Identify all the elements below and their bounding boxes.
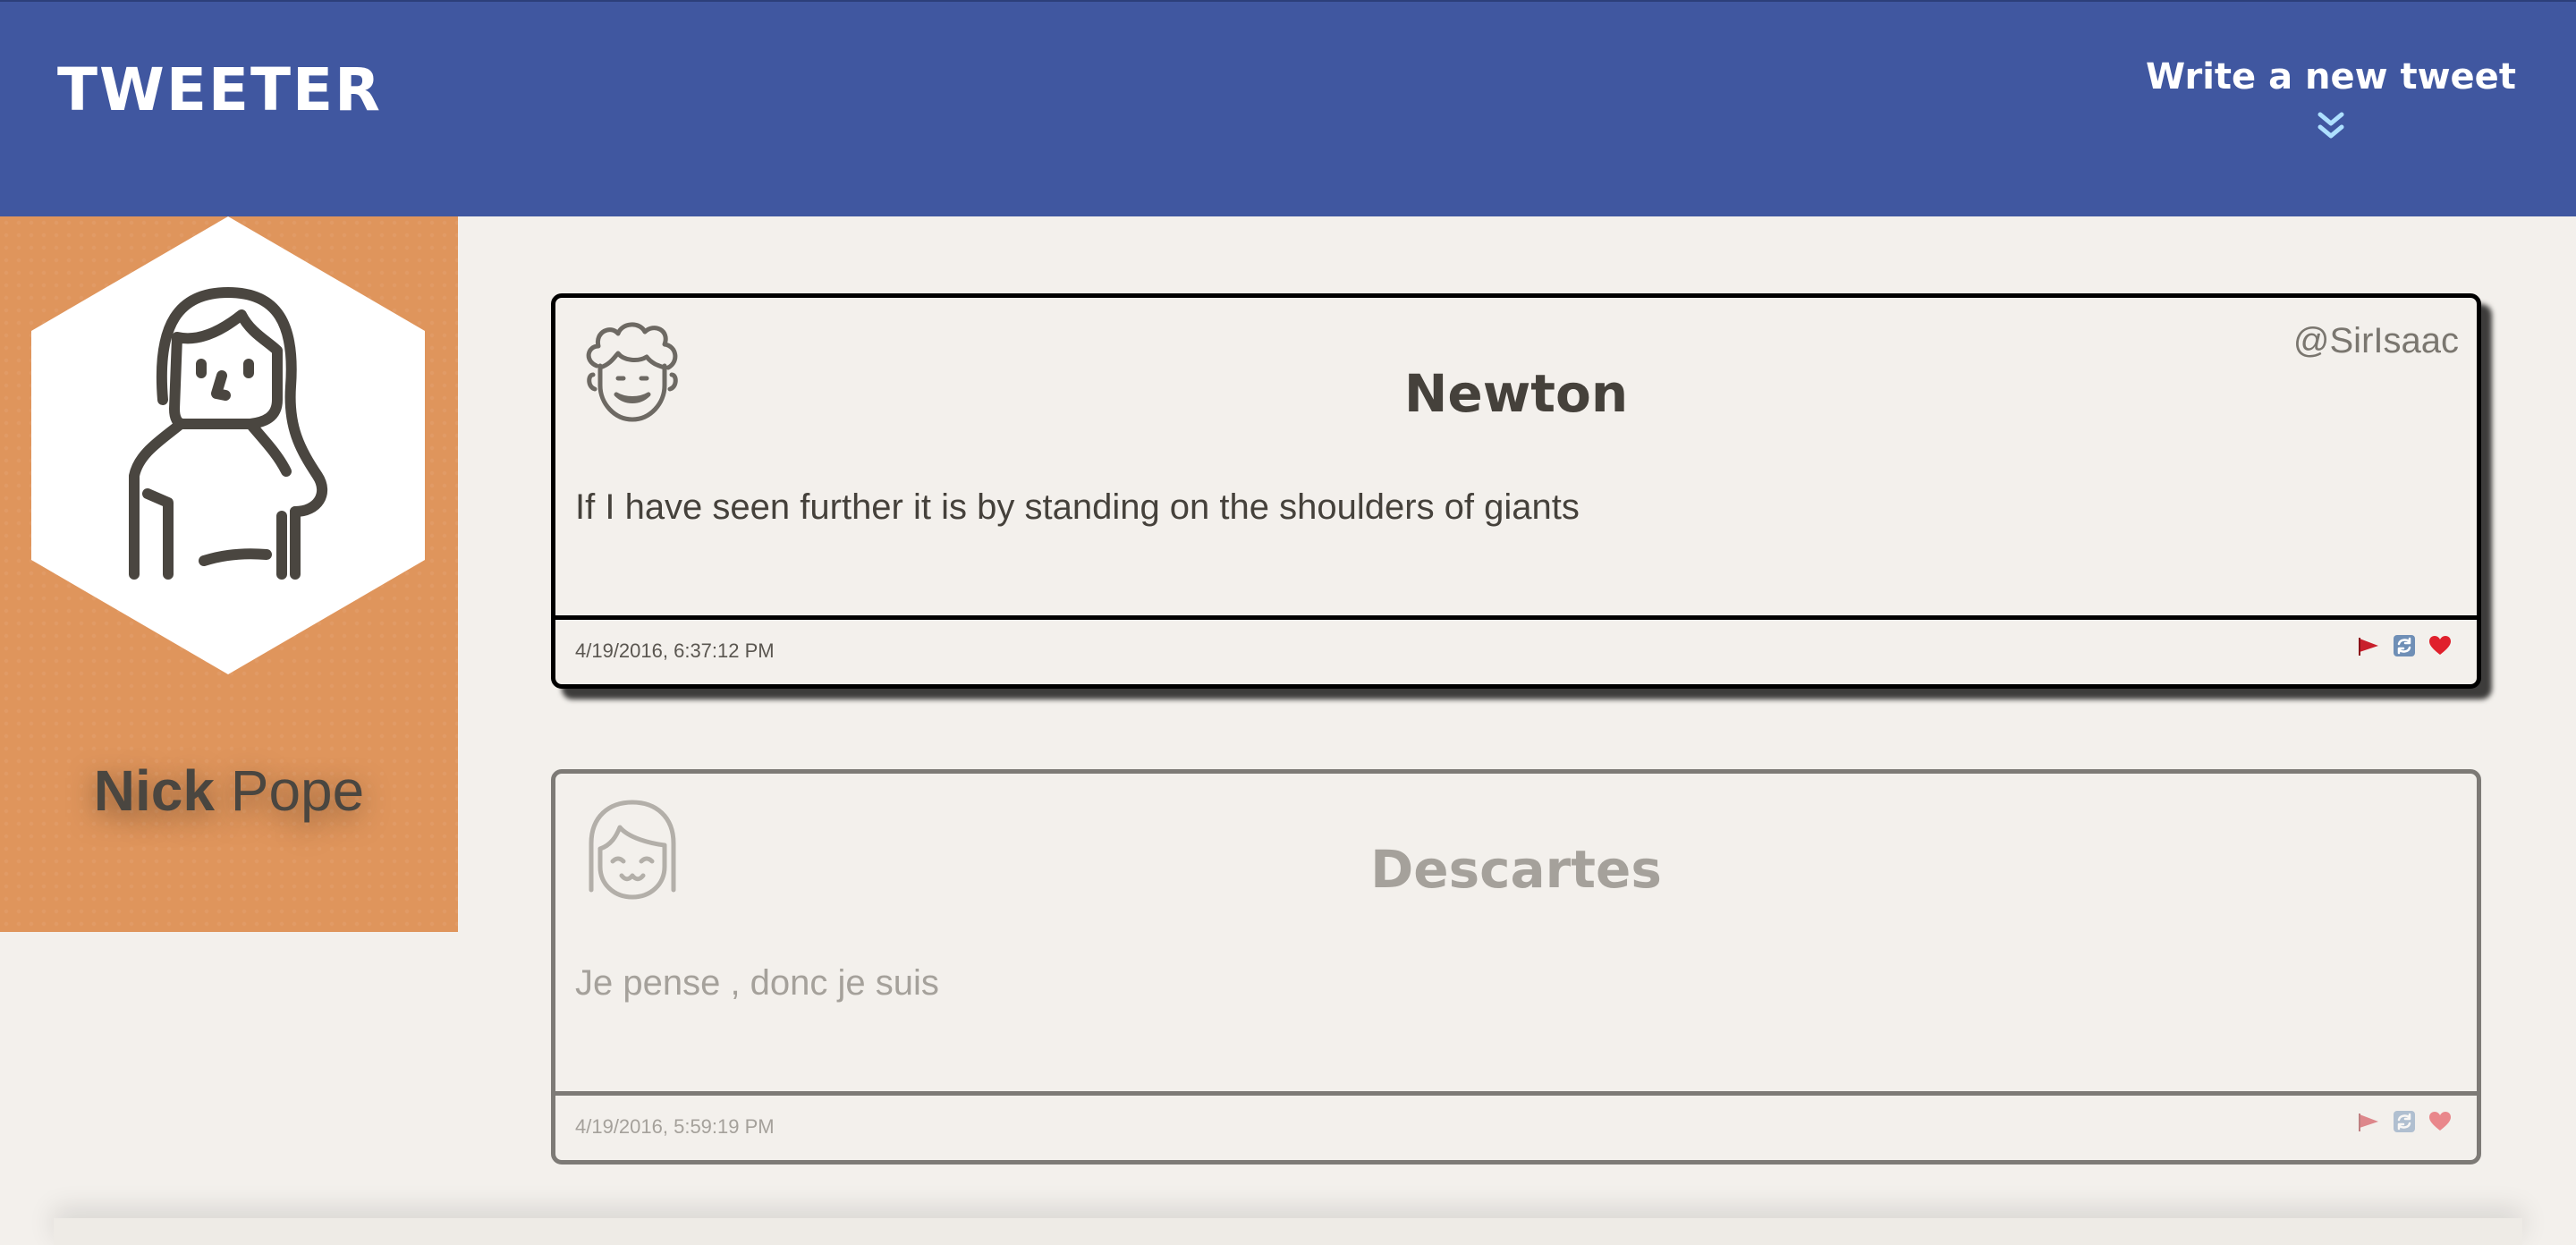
tweet-feed: Newton @SirIsaac If I have seen further … (551, 293, 2481, 1245)
tweet-timestamp: 4/19/2016, 5:59:19 PM (575, 1115, 775, 1138)
heart-icon[interactable] (2428, 634, 2452, 657)
tweet-card[interactable]: Descartes Je pense , donc je suis 4/19/2… (551, 769, 2481, 1165)
tweet-author-handle: @SirIsaac (2292, 321, 2459, 360)
compose-panel-edge (54, 1218, 2522, 1245)
tweet-text: If I have seen further it is by standing… (555, 477, 2477, 620)
tweet-timestamp: 4/19/2016, 6:37:12 PM (575, 639, 775, 662)
double-chevron-down-icon[interactable] (2313, 109, 2349, 145)
brand-logo[interactable]: TWEETER (57, 61, 382, 120)
tweet-text: Je pense , donc je suis (555, 953, 2477, 1096)
flag-icon[interactable] (2357, 634, 2380, 657)
retweet-icon[interactable] (2393, 634, 2416, 657)
tweet-author-name: Descartes (1370, 839, 1662, 900)
profile-last-name: Pope (230, 758, 365, 823)
heart-icon[interactable] (2428, 1110, 2452, 1133)
profile-first-name: Nick (93, 758, 215, 823)
tweet-author-name: Newton (1403, 363, 1629, 424)
compose-label[interactable]: Write a new tweet (2143, 57, 2519, 97)
flag-icon[interactable] (2357, 1110, 2380, 1133)
compose-button[interactable]: Write a new tweet (2143, 57, 2519, 145)
profile-panel: Nick Pope (0, 216, 458, 932)
profile-name: Nick Pope (0, 762, 458, 819)
tweet-header: Newton @SirIsaac (555, 298, 2477, 477)
tweet-actions (2357, 634, 2452, 657)
nav-bar: TWEETER Write a new tweet (0, 0, 2576, 216)
tweet-footer: 4/19/2016, 6:37:12 PM (555, 620, 2477, 684)
tweet-header: Descartes (555, 774, 2477, 953)
tweet-footer: 4/19/2016, 5:59:19 PM (555, 1096, 2477, 1160)
profile-avatar (31, 216, 425, 674)
tweet-card[interactable]: Newton @SirIsaac If I have seen further … (551, 293, 2481, 689)
retweet-icon[interactable] (2393, 1110, 2416, 1133)
tweet-actions (2357, 1110, 2452, 1133)
